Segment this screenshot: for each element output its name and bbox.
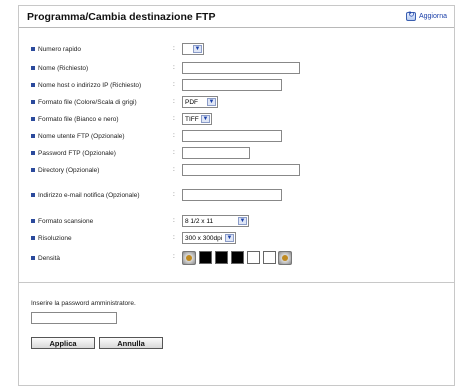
scan-format-label: Formato scansione	[38, 217, 94, 225]
chevron-down-icon: ▼	[201, 115, 210, 123]
file-format-color-row: Formato file (Colore/Scala di grigi) : P…	[31, 95, 451, 109]
speed-dial-row: Numero rapido : ▼	[31, 42, 451, 56]
bullet-icon	[31, 47, 35, 51]
file-format-bw-row: Formato file (Bianco e nero) : TIFF ▼	[31, 112, 451, 126]
apply-button[interactable]: Applica	[31, 337, 95, 349]
speed-dial-label: Numero rapido	[38, 45, 81, 53]
ftp-password-label: Password FTP (Opzionale)	[38, 149, 116, 157]
chevron-down-icon: ▼	[193, 45, 202, 53]
page-header: Programma/Cambia destinazione FTP Aggior…	[19, 6, 454, 28]
notify-email-input[interactable]	[182, 189, 282, 201]
name-label: Nome (Richiesto)	[38, 64, 89, 72]
ftp-password-input[interactable]	[182, 147, 250, 159]
admin-password-label: Inserire la password amministratore.	[31, 300, 136, 307]
bullet-icon	[31, 100, 35, 104]
density-step	[199, 251, 212, 264]
host-row: Nome host o indirizzo IP (Richiesto) :	[31, 78, 451, 92]
refresh-button[interactable]: Aggiorna	[405, 10, 447, 21]
directory-input[interactable]	[182, 164, 300, 176]
ftp-password-row: Password FTP (Opzionale) :	[31, 146, 451, 160]
admin-password-input[interactable]	[31, 312, 117, 324]
density-row: Densità :	[31, 250, 451, 266]
file-format-color-label: Formato file (Colore/Scala di grigi)	[38, 98, 137, 106]
name-row: Nome (Richiesto) :	[31, 61, 451, 75]
bullet-icon	[31, 256, 35, 260]
density-control	[182, 251, 292, 265]
name-input[interactable]	[182, 62, 300, 74]
refresh-icon	[405, 10, 416, 21]
file-format-color-select[interactable]: PDF ▼	[182, 96, 218, 108]
main-panel: Programma/Cambia destinazione FTP Aggior…	[18, 5, 455, 386]
directory-label: Directory (Opzionale)	[38, 166, 100, 174]
speed-dial-select[interactable]: ▼	[182, 43, 204, 55]
bullet-icon	[31, 117, 35, 121]
scan-format-select[interactable]: 8 1/2 x 11 ▼	[182, 215, 249, 227]
bullet-icon	[31, 134, 35, 138]
ftp-user-row: Nome utente FTP (Opzionale) :	[31, 129, 451, 143]
directory-row: Directory (Opzionale) :	[31, 163, 451, 177]
scan-format-row: Formato scansione : 8 1/2 x 11 ▼	[31, 214, 451, 228]
file-format-bw-label: Formato file (Bianco e nero)	[38, 115, 119, 123]
bullet-icon	[31, 66, 35, 70]
bullet-icon	[31, 219, 35, 223]
section-divider	[19, 282, 454, 283]
density-label: Densità	[38, 254, 61, 262]
bullet-icon	[31, 193, 35, 197]
chevron-down-icon: ▼	[207, 98, 216, 106]
file-format-bw-select[interactable]: TIFF ▼	[182, 113, 212, 125]
resolution-row: Risoluzione : 300 x 300dpi ▼	[31, 231, 451, 245]
bullet-icon	[31, 151, 35, 155]
density-increase-button[interactable]	[278, 251, 292, 265]
host-input[interactable]	[182, 79, 282, 91]
notify-email-label: Indirizzo e-mail notifica (Opzionale)	[38, 191, 140, 199]
chevron-down-icon: ▼	[238, 217, 247, 225]
bullet-icon	[31, 168, 35, 172]
resolution-select[interactable]: 300 x 300dpi ▼	[182, 232, 236, 244]
refresh-label: Aggiorna	[418, 13, 447, 20]
ftp-user-label: Nome utente FTP (Opzionale)	[38, 132, 125, 140]
bullet-icon	[31, 236, 35, 240]
cancel-button[interactable]: Annulla	[99, 337, 163, 349]
bullet-icon	[31, 83, 35, 87]
resolution-label: Risoluzione	[38, 234, 72, 242]
density-step	[215, 251, 228, 264]
density-step	[263, 251, 276, 264]
chevron-down-icon: ▼	[225, 234, 234, 242]
notify-email-row: Indirizzo e-mail notifica (Opzionale) :	[31, 188, 451, 202]
host-label: Nome host o indirizzo IP (Richiesto)	[38, 81, 142, 89]
density-step	[231, 251, 244, 264]
density-decrease-button[interactable]	[182, 251, 196, 265]
density-step	[247, 251, 260, 264]
page-title: Programma/Cambia destinazione FTP	[27, 11, 216, 23]
ftp-user-input[interactable]	[182, 130, 282, 142]
